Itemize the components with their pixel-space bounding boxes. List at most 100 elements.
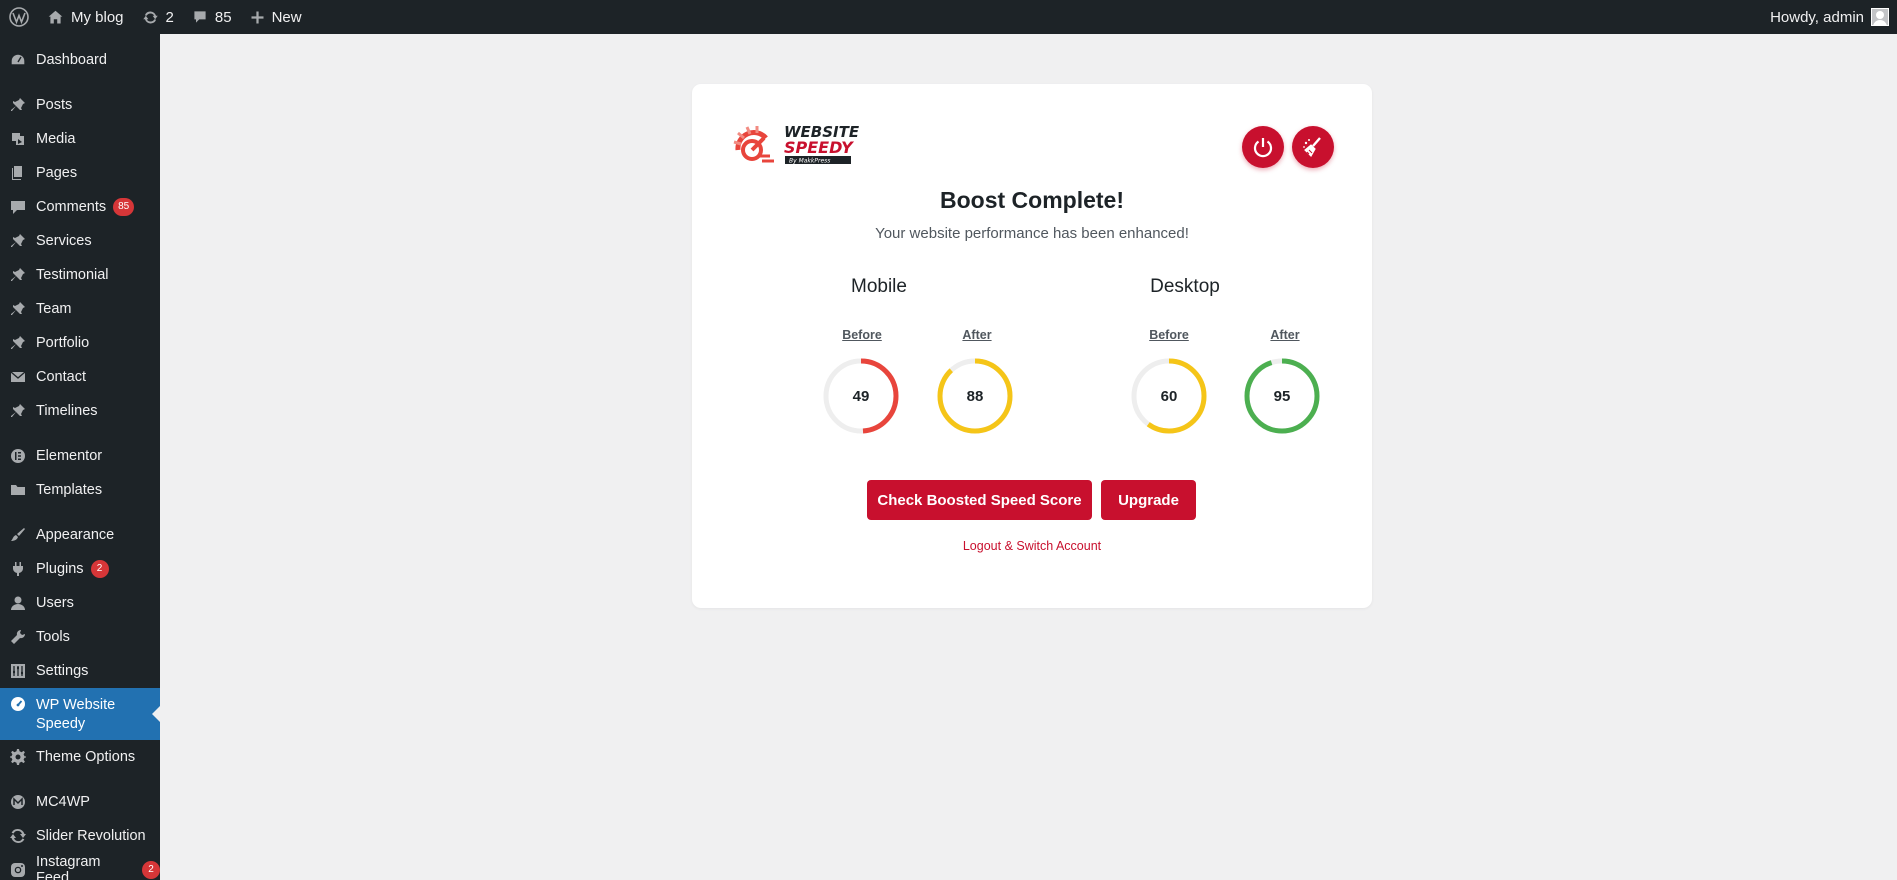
elementor-icon [10, 448, 26, 464]
desktop-heading: Desktop [1150, 276, 1220, 297]
comment-icon [194, 11, 206, 23]
user-icon [10, 595, 26, 611]
sidebar-item-wp-website-speedy[interactable]: WP Website Speedy [0, 688, 160, 740]
logout-switch-account-link[interactable]: Logout & Switch Account [692, 539, 1372, 553]
menu-separator [0, 428, 160, 439]
count-badge: 85 [113, 198, 135, 216]
dashboard-icon [10, 52, 26, 68]
broom-icon [1303, 137, 1321, 157]
site-name: My blog [71, 8, 124, 26]
plus-icon [251, 11, 264, 23]
comments-link[interactable]: 85 [183, 0, 241, 34]
wordpress-icon [9, 7, 29, 27]
sidebar-item-templates[interactable]: Templates [0, 473, 160, 507]
sidebar-item-media[interactable]: Media [0, 122, 160, 156]
sidebar-item-users[interactable]: Users [0, 586, 160, 620]
updates-count: 2 [165, 8, 174, 26]
sidebar-item-label: Theme Options [36, 749, 136, 765]
site-name-link[interactable]: My blog [38, 0, 133, 34]
sidebar-item-label: MC4WP [36, 794, 90, 810]
mobile-before-label: Before [842, 328, 882, 342]
avatar [1871, 8, 1889, 26]
instagram-icon [10, 862, 26, 878]
sidebar-item-testimonial[interactable]: Testimonial [0, 258, 160, 292]
desktop-before-gauge: 60 [1129, 356, 1209, 436]
plug-icon [10, 561, 26, 577]
mail-icon [10, 369, 26, 385]
sidebar-item-label: Portfolio [36, 335, 90, 351]
sidebar-item-team[interactable]: Team [0, 292, 160, 326]
mobile-heading: Mobile [851, 276, 907, 297]
admin-sidebar: Dashboard Posts Media Pages Comments 85 Servic… [0, 34, 160, 880]
sidebar-item-label: Appearance [36, 527, 115, 543]
sidebar-item-label: Media [36, 131, 76, 147]
sidebar-item-timelines[interactable]: Timelines [0, 394, 160, 428]
sidebar-item-label: Comments [36, 199, 107, 215]
sidebar-item-posts[interactable]: Posts [0, 88, 160, 122]
sidebar-item-label: Team [36, 301, 72, 317]
power-button[interactable] [1242, 126, 1284, 168]
sidebar-item-mc4wp[interactable]: MC4WP [0, 785, 160, 819]
sidebar-item-settings[interactable]: Settings [0, 654, 160, 688]
sidebar-item-instagram-feed[interactable]: Instagram Feed 2 [0, 853, 160, 880]
mobile-after-label: After [962, 328, 992, 342]
pin-icon [10, 233, 26, 249]
sidebar-item-elementor[interactable]: Elementor [0, 439, 160, 473]
power-icon [1253, 138, 1273, 158]
sidebar-item-label: Users [36, 595, 74, 611]
comments-count: 85 [214, 8, 232, 26]
score-value: 88 [966, 387, 984, 405]
updates-link[interactable]: 2 [133, 0, 183, 34]
sidebar-item-label: Elementor [36, 448, 103, 464]
sidebar-item-theme-options[interactable]: Theme Options [0, 740, 160, 774]
sidebar-item-tools[interactable]: Tools [0, 620, 160, 654]
account-menu[interactable]: Howdy, admin [1761, 0, 1897, 34]
sidebar-item-label: Tools [36, 629, 70, 645]
sidebar-item-label: Slider Revolution [36, 828, 146, 844]
sidebar-item-comments[interactable]: Comments 85 [0, 190, 160, 224]
sidebar-item-label: Services [36, 233, 92, 249]
sidebar-item-label: Dashboard [36, 52, 107, 68]
score-value: 95 [1273, 387, 1291, 405]
sidebar-item-pages[interactable]: Pages [0, 156, 160, 190]
new-label: New [271, 8, 302, 26]
upgrade-button[interactable]: Upgrade [1101, 480, 1196, 520]
sidebar-item-label: Posts [36, 97, 73, 113]
check-boosted-speed-button[interactable]: Check Boosted Speed Score [867, 480, 1092, 520]
count-badge: 2 [142, 861, 160, 879]
score-value: 60 [1160, 387, 1178, 405]
pin-icon [10, 335, 26, 351]
sidebar-item-label: Timelines [36, 403, 98, 419]
clear-cache-button[interactable] [1292, 126, 1334, 168]
folder-icon [10, 482, 26, 498]
pin-icon [10, 403, 26, 419]
howdy-text: Howdy, admin [1770, 8, 1864, 26]
sidebar-item-label: Settings [36, 663, 89, 679]
website-speedy-logo: WEBSITE SPEEDY By MakkPress [733, 123, 860, 165]
desktop-after-label: After [1270, 328, 1300, 342]
sidebar-item-dashboard[interactable]: Dashboard [0, 43, 160, 77]
sidebar-item-appearance[interactable]: Appearance [0, 518, 160, 552]
menu-separator [0, 77, 160, 88]
speedy-card: WEBSITE SPEEDY By MakkPress Boost Comple… [692, 84, 1372, 608]
new-content-link[interactable]: New [241, 0, 311, 34]
sidebar-item-slider-revolution[interactable]: Slider Revolution [0, 819, 160, 853]
sidebar-item-plugins[interactable]: Plugins 2 [0, 552, 160, 586]
score-value: 49 [852, 387, 870, 405]
home-icon [48, 10, 63, 23]
admin-bar: My blog 2 85 New Howdy, admin [0, 0, 1897, 34]
sidebar-item-contact[interactable]: Contact [0, 360, 160, 394]
wordpress-logo-button[interactable] [0, 0, 38, 34]
gauge-icon [10, 696, 26, 712]
sidebar-item-label: Plugins [36, 561, 84, 577]
brush-icon [10, 527, 26, 543]
refresh-icon [142, 11, 158, 23]
sidebar-item-portfolio[interactable]: Portfolio [0, 326, 160, 360]
mobile-before-gauge: 49 [821, 356, 901, 436]
sidebar-item-services[interactable]: Services [0, 224, 160, 258]
desktop-before-label: Before [1149, 328, 1189, 342]
sidebar-item-label: Templates [36, 482, 103, 498]
refresh-icon [10, 828, 26, 844]
desktop-after-gauge: 95 [1242, 356, 1322, 436]
subtitle: Your website performance has been enhanc… [875, 225, 1189, 242]
